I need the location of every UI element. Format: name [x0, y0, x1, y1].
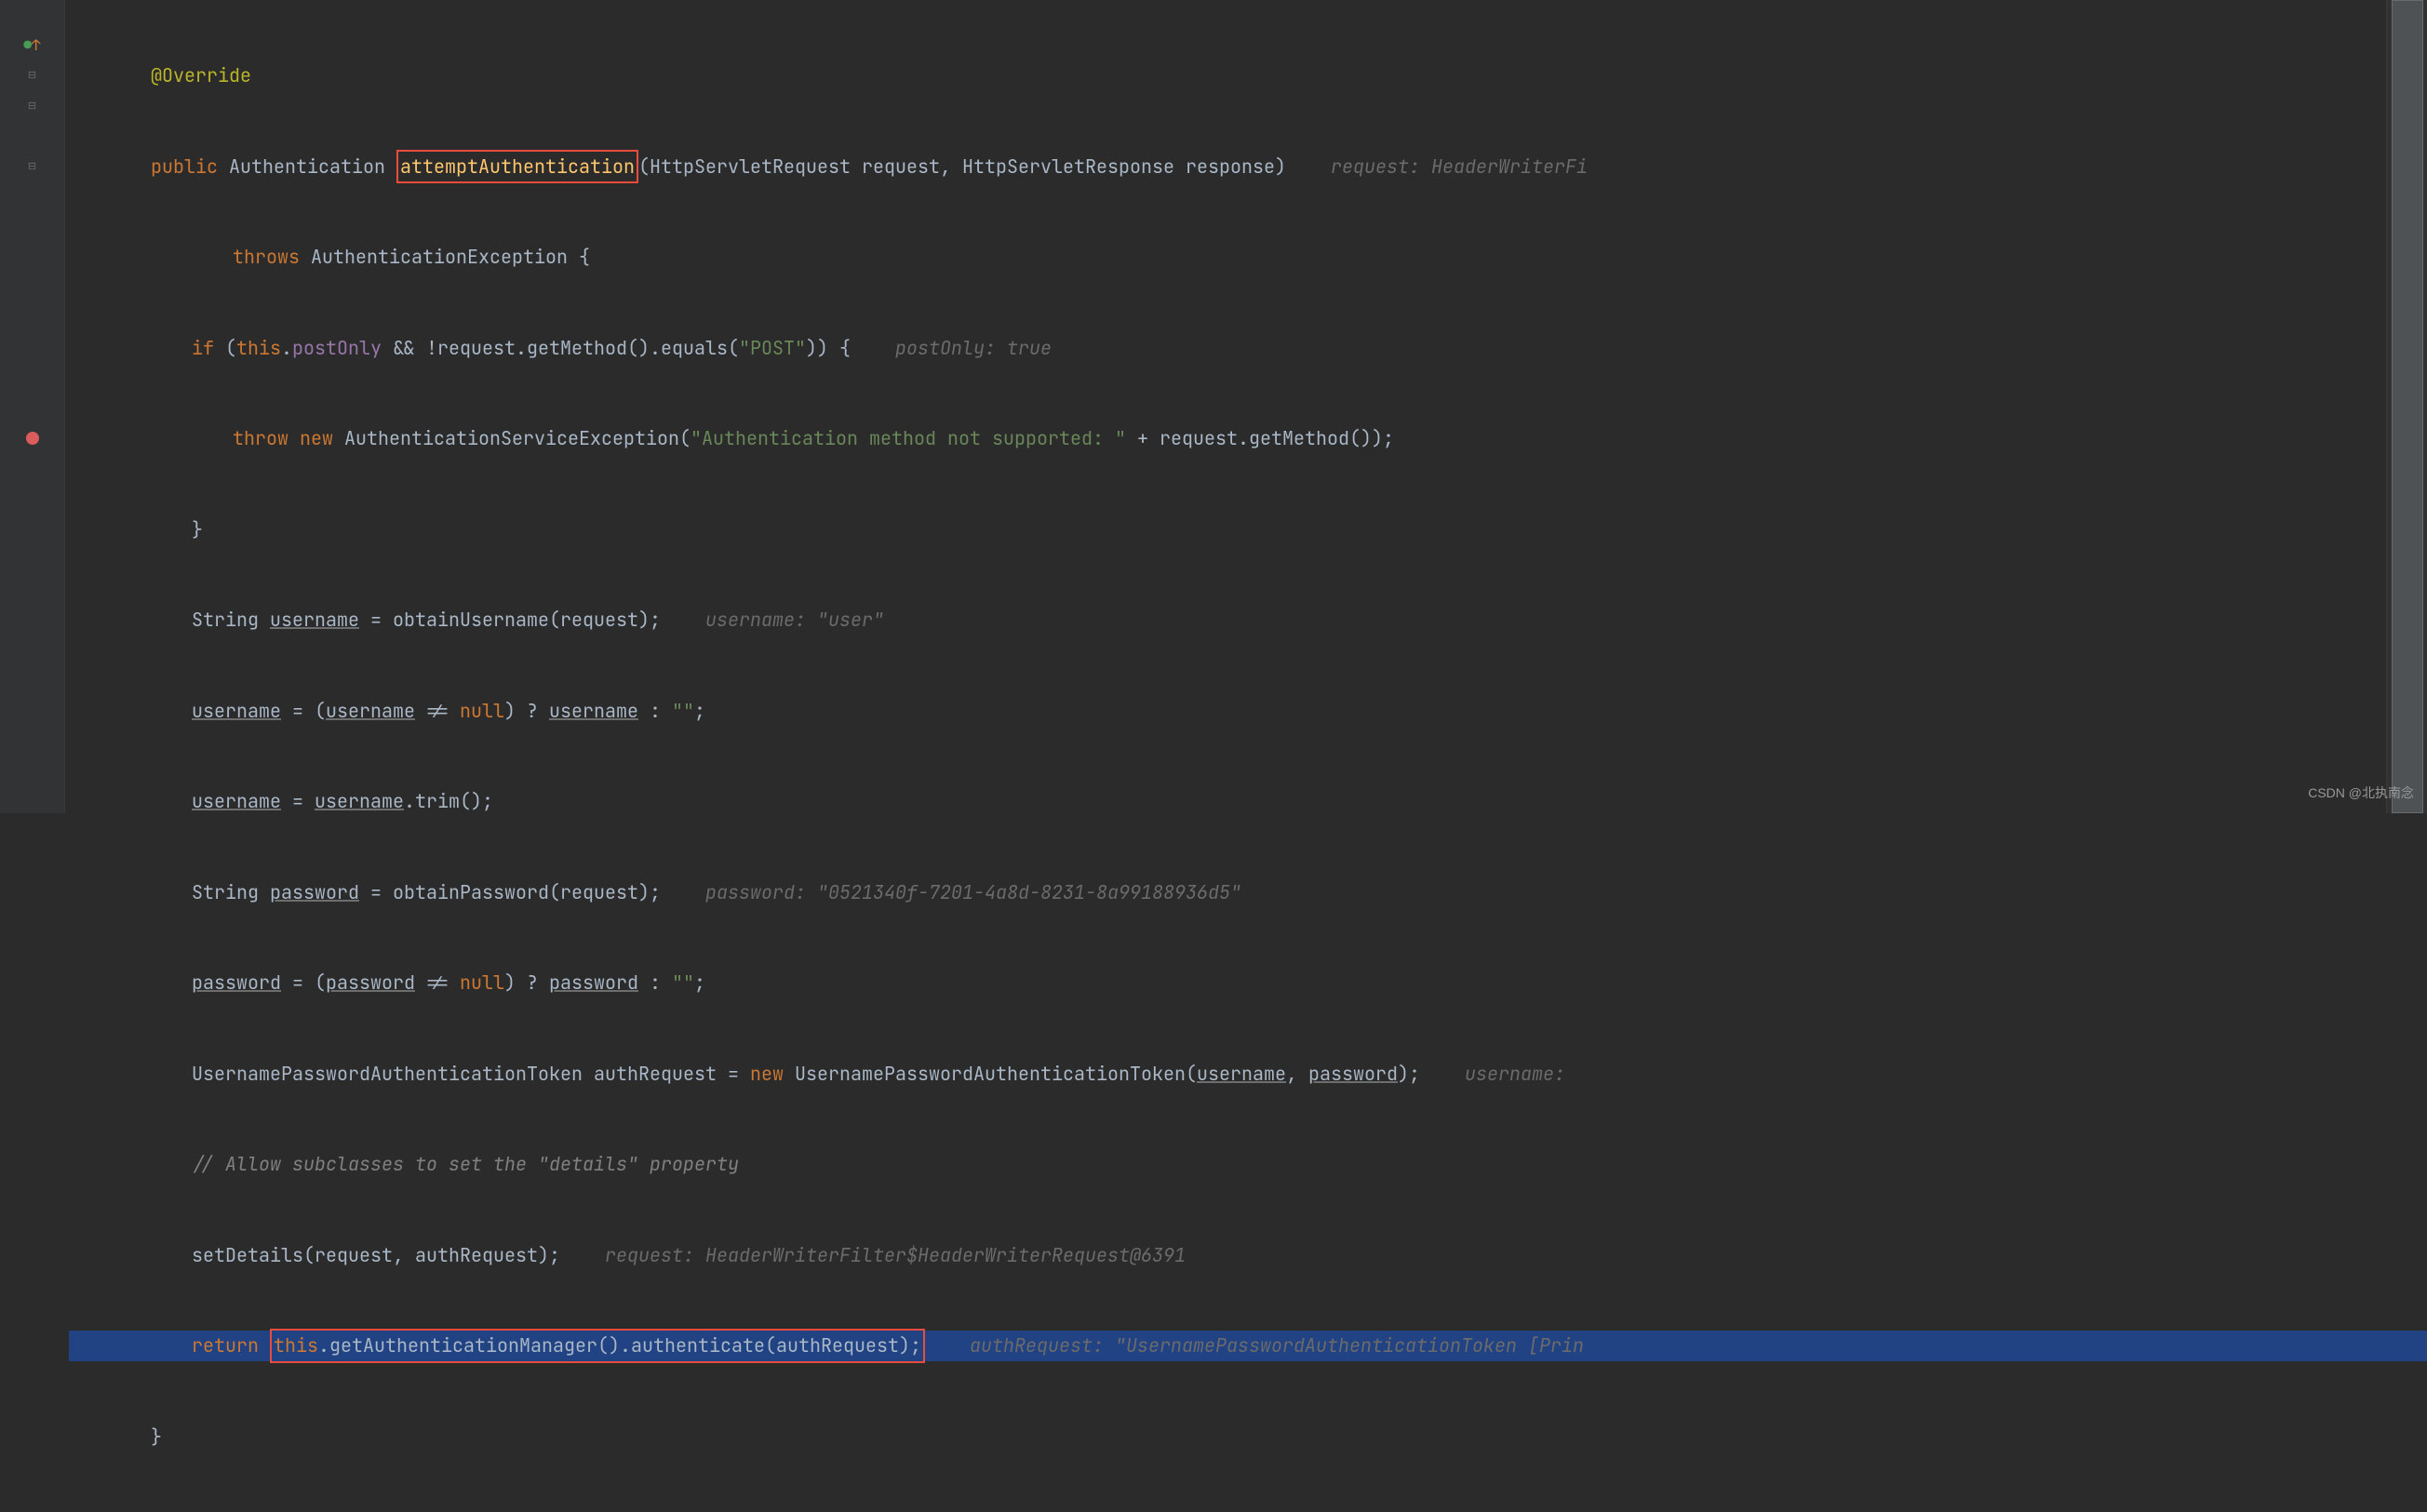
- fold-icon-2[interactable]: ⊟: [0, 91, 64, 122]
- inline-hint: postOnly: true: [895, 333, 1052, 364]
- code-line[interactable]: username = username.trim();: [69, 786, 2427, 817]
- override-up-icon: ↑: [32, 31, 41, 61]
- highlighted-expression: this.getAuthenticationManager().authenti…: [270, 1329, 925, 1363]
- breakpoint-icon[interactable]: [0, 423, 64, 454]
- minimap-viewport[interactable]: [2392, 0, 2423, 813]
- code-line[interactable]: }: [69, 515, 2427, 545]
- fold-icon-3[interactable]: ⊟: [0, 152, 64, 182]
- code-editor: ● ↑ ⊟ ⊟ ⊟ @Override public Authenticatio…: [0, 0, 2427, 813]
- code-line[interactable]: if (this.postOnly && !request.getMethod(…: [69, 333, 2427, 364]
- annotation: @Override: [151, 60, 251, 91]
- code-line[interactable]: UsernamePasswordAuthenticationToken auth…: [69, 1059, 2427, 1090]
- code-line[interactable]: public Authentication attemptAuthenticat…: [69, 152, 2427, 182]
- code-line[interactable]: username = (username != null) ? username…: [69, 696, 2427, 727]
- current-execution-line[interactable]: return this.getAuthenticationManager().a…: [69, 1331, 2427, 1361]
- code-line[interactable]: String password = obtainPassword(request…: [69, 877, 2427, 908]
- run-gutter-icon[interactable]: ● ↑: [0, 31, 64, 61]
- inline-hint: username:: [1465, 1059, 1576, 1090]
- code-line[interactable]: throws AuthenticationException {: [69, 242, 2427, 273]
- code-line[interactable]: throw new AuthenticationServiceException…: [69, 423, 2427, 454]
- inline-hint: authRequest: "UsernamePasswordAuthentica…: [970, 1331, 1584, 1361]
- inline-hint: request: HeaderWriterFi: [1331, 152, 1588, 182]
- fold-icon-1[interactable]: ⊟: [0, 60, 64, 91]
- watermark-text: CSDN @北执南念: [2308, 778, 2414, 809]
- code-content[interactable]: @Override public Authentication attemptA…: [65, 0, 2427, 813]
- inline-hint: request: HeaderWriterFilter$HeaderWriter…: [605, 1240, 1186, 1271]
- code-line[interactable]: String username = obtainUsername(request…: [69, 605, 2427, 636]
- comment: // Allow subclasses to set the "details"…: [192, 1149, 739, 1180]
- code-line[interactable]: // Allow subclasses to set the "details"…: [69, 1149, 2427, 1180]
- method-name-highlighted: attemptAuthentication: [400, 154, 635, 179]
- code-line[interactable]: password = (password != null) ? password…: [69, 968, 2427, 998]
- code-line[interactable]: setDetails(request, authRequest); reques…: [69, 1240, 2427, 1271]
- editor-gutter[interactable]: ● ↑ ⊟ ⊟ ⊟: [0, 0, 65, 813]
- run-icon: ●: [23, 31, 31, 61]
- minimap-scrollbar[interactable]: [2386, 0, 2427, 813]
- inline-hint: username: "user": [705, 605, 884, 636]
- code-line[interactable]: }: [69, 1422, 2427, 1452]
- code-line[interactable]: @Override: [69, 60, 2427, 91]
- inline-hint: password: "0521340f-7201-4a8d-8231-8a991…: [705, 877, 1241, 908]
